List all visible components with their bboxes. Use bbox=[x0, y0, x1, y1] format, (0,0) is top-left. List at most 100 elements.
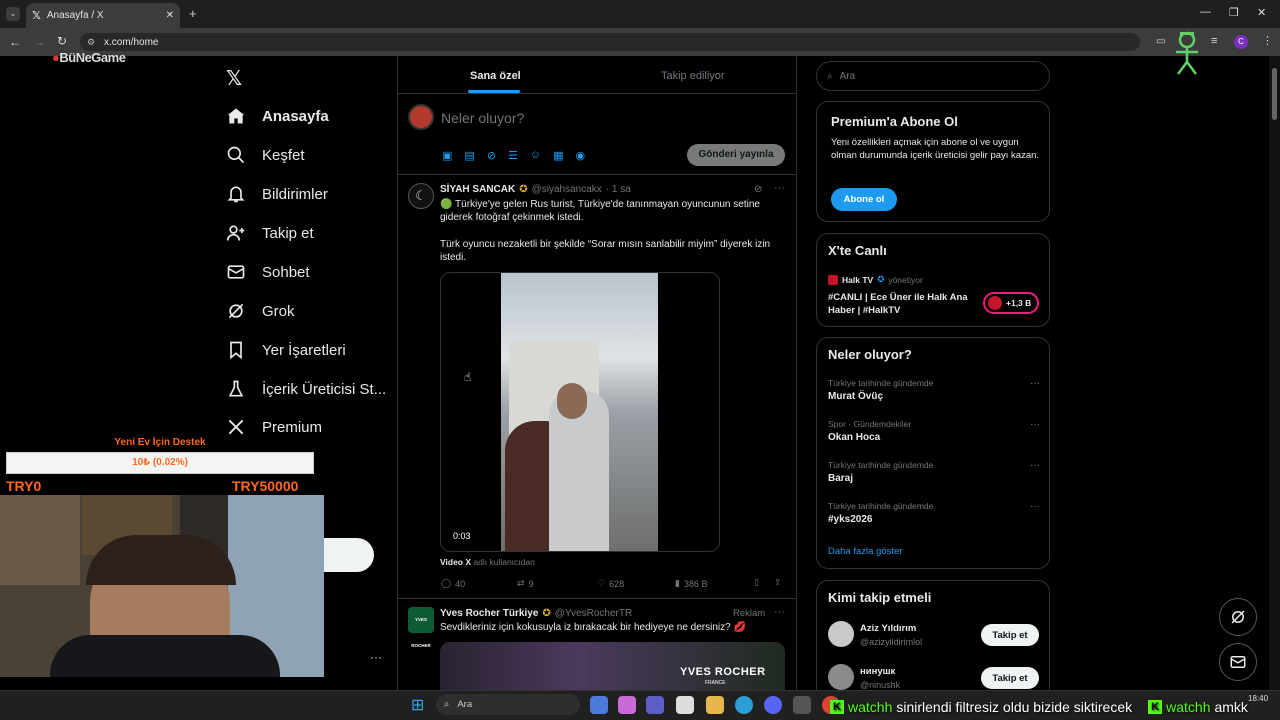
live-stream-title[interactable]: #CANLI | Ece Üner ile Halk Ana Haber | #… bbox=[828, 291, 968, 317]
follow-button[interactable]: Takip et bbox=[981, 667, 1039, 689]
grok-float-button[interactable] bbox=[1219, 598, 1257, 636]
user-name[interactable]: Aziz Yıldırım bbox=[860, 623, 916, 634]
post-author-handle[interactable]: @YvesRocherTR bbox=[555, 608, 632, 619]
file-explorer-icon[interactable] bbox=[706, 696, 724, 714]
taskbar-search[interactable]: ⌕ Ara bbox=[436, 694, 580, 715]
post-author-name[interactable]: Yves Rocher Türkiye bbox=[440, 608, 538, 619]
x-logo-icon[interactable]: 𝕏 bbox=[226, 66, 242, 91]
schedule-icon[interactable]: ▦ bbox=[553, 149, 563, 162]
windows-start-icon[interactable]: ⊞ bbox=[411, 695, 424, 715]
trend-more-icon[interactable]: ··· bbox=[1030, 460, 1040, 471]
publish-button[interactable]: Gönderi yayınla bbox=[687, 144, 785, 166]
browser-menu-icon[interactable]: ⋮ bbox=[1262, 34, 1273, 47]
post-video[interactable]: 0:03 bbox=[440, 272, 720, 552]
account-more-icon[interactable]: ··· bbox=[370, 650, 382, 664]
avatar[interactable] bbox=[828, 664, 854, 690]
user-name[interactable]: нинушк bbox=[860, 666, 895, 677]
tab-following[interactable]: Takip ediliyor bbox=[661, 70, 725, 82]
task-view-icon[interactable] bbox=[590, 696, 608, 714]
tab-list-button[interactable]: ⌄ bbox=[6, 7, 20, 21]
post-time[interactable]: · 1 sa bbox=[606, 184, 631, 195]
emoji-icon[interactable]: ☺ bbox=[530, 149, 541, 162]
scrollbar[interactable] bbox=[1269, 56, 1280, 690]
sidebar-item-creator-studio[interactable]: İçerik Üreticisi St... bbox=[226, 379, 386, 399]
trend-more-icon[interactable]: ··· bbox=[1030, 501, 1040, 512]
avatar[interactable]: YVES ROCHER bbox=[408, 607, 434, 648]
trend-more-icon[interactable]: ··· bbox=[1030, 378, 1040, 389]
video-attribution-bold[interactable]: Video X bbox=[440, 557, 471, 567]
image-icon[interactable]: ▣ bbox=[442, 149, 452, 162]
sidebar-item-notifications[interactable]: Bildirimler bbox=[226, 184, 328, 204]
scrollbar-thumb[interactable] bbox=[1272, 68, 1277, 120]
reply-button[interactable]: ◯ 40 bbox=[441, 578, 465, 589]
trend-item[interactable]: Spor · Gündemdekiler Okan Hoca ··· bbox=[828, 419, 1042, 443]
location-icon[interactable]: ◉ bbox=[576, 149, 586, 162]
user-handle[interactable]: @azizyildirimlol bbox=[860, 637, 922, 647]
new-tab-icon[interactable]: + bbox=[189, 6, 197, 21]
window-close-icon[interactable]: ✕ bbox=[1257, 6, 1266, 19]
ad-image[interactable]: YVES ROCHER FRANCE bbox=[440, 642, 785, 690]
browser-tab[interactable]: 𝕏 Anasayfa / X ✕ bbox=[26, 3, 180, 28]
repost-button[interactable]: ⇄ 9 bbox=[517, 578, 534, 589]
trend-name: #yks2026 bbox=[828, 514, 873, 525]
sidebar-item-premium[interactable]: Premium bbox=[226, 417, 322, 437]
composer-input[interactable]: Neler oluyor? bbox=[441, 110, 524, 126]
user-handle[interactable]: @ninushk bbox=[860, 680, 900, 690]
grok-compose-icon[interactable]: ⊘ bbox=[487, 149, 496, 162]
post-author-name[interactable]: SİYAH SANCAK bbox=[440, 184, 515, 195]
sidebar-item-label: Yer İşaretleri bbox=[262, 341, 346, 359]
views-button[interactable]: ▮ 386 B bbox=[675, 578, 707, 589]
forward-icon[interactable]: → bbox=[33, 35, 45, 49]
sidebar-item-chat[interactable]: Sohbet bbox=[226, 262, 310, 282]
avatar[interactable] bbox=[828, 621, 854, 647]
cast-icon[interactable]: ▭ bbox=[1156, 36, 1165, 47]
bookmark-post-icon[interactable]: ▯ bbox=[754, 577, 759, 588]
settings-icon[interactable] bbox=[793, 696, 811, 714]
grok-explain-icon[interactable]: ⊘ bbox=[754, 184, 762, 195]
poll-icon[interactable]: ☰ bbox=[508, 149, 518, 162]
trend-item[interactable]: Türkiye tarihinde gündemde #yks2026 ··· bbox=[828, 501, 1042, 525]
sidebar-item-grok[interactable]: Grok bbox=[226, 301, 295, 321]
follow-button[interactable]: Takip et bbox=[981, 624, 1039, 646]
trend-more-icon[interactable]: ··· bbox=[1030, 419, 1040, 430]
trend-item[interactable]: Türkiye tarihinde gündemde Baraj ··· bbox=[828, 460, 1042, 484]
live-listeners-badge[interactable]: +1,3 B bbox=[983, 292, 1039, 314]
show-more-link[interactable]: Daha fazla göster bbox=[828, 546, 902, 557]
teams-icon[interactable] bbox=[646, 696, 664, 714]
like-button[interactable]: ♡ 628 bbox=[597, 578, 624, 589]
gif-icon[interactable]: ▤ bbox=[464, 149, 474, 162]
trend-item[interactable]: Türkiye tarihinde gündemde Murat Övüç ··… bbox=[828, 378, 1042, 402]
site-info-icon[interactable]: ⚙ bbox=[87, 37, 95, 48]
store-icon[interactable] bbox=[676, 696, 694, 714]
bookmark-icon bbox=[226, 340, 246, 360]
post-author-handle[interactable]: @siyahsancakx bbox=[532, 184, 602, 195]
close-icon[interactable]: ✕ bbox=[166, 10, 174, 21]
sidebar-item-home[interactable]: Anasayfa bbox=[226, 106, 329, 126]
edge-icon[interactable] bbox=[735, 696, 753, 714]
subscribe-button[interactable]: Abone ol bbox=[831, 188, 897, 211]
live-card: X'te Canlı Halk TV ✪ yönetiyor #CANLI | … bbox=[816, 233, 1050, 327]
discord-icon[interactable] bbox=[764, 696, 782, 714]
reload-icon[interactable]: ↻ bbox=[57, 34, 67, 48]
live-host-status: yönetiyor bbox=[888, 274, 923, 285]
search-input[interactable]: ⌕ Ara bbox=[816, 61, 1050, 91]
profile-avatar[interactable]: C bbox=[1234, 35, 1248, 49]
tab-for-you[interactable]: Sana özel bbox=[470, 70, 521, 82]
video-attribution: Video X adlı kullanıcıdan bbox=[440, 557, 535, 567]
url-field[interactable]: x.com/home bbox=[80, 33, 1140, 51]
live-host[interactable]: Halk TV ✪ yönetiyor bbox=[828, 274, 923, 285]
back-icon[interactable]: ← bbox=[9, 35, 21, 49]
post-more-icon[interactable]: ··· bbox=[774, 182, 785, 194]
maximize-icon[interactable]: ❐ bbox=[1229, 6, 1239, 19]
copilot-icon[interactable] bbox=[618, 696, 636, 714]
avatar[interactable] bbox=[408, 104, 434, 130]
avatar[interactable]: ☾ bbox=[408, 183, 434, 209]
minimize-icon[interactable]: — bbox=[1200, 6, 1211, 18]
post-more-icon[interactable]: ··· bbox=[774, 606, 785, 618]
media-control-icon[interactable]: ≡ bbox=[1211, 35, 1217, 47]
share-icon[interactable]: ⇪ bbox=[774, 577, 782, 588]
sidebar-item-explore[interactable]: Keşfet bbox=[226, 145, 305, 165]
sidebar-item-bookmarks[interactable]: Yer İşaretleri bbox=[226, 340, 346, 360]
messages-float-button[interactable] bbox=[1219, 643, 1257, 681]
sidebar-item-follow[interactable]: Takip et bbox=[226, 223, 314, 243]
